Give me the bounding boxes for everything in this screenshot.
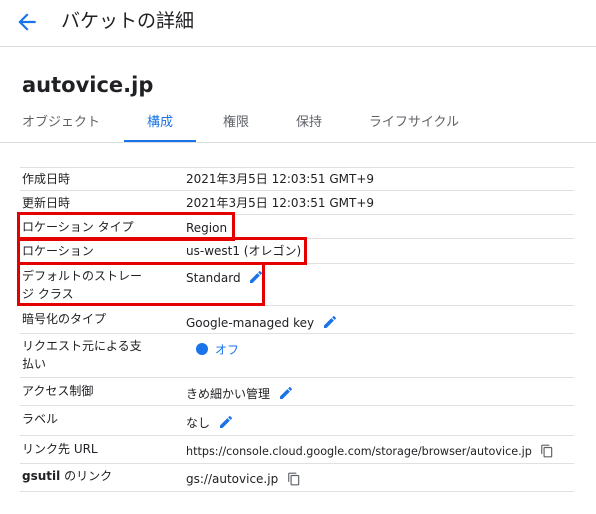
row-label: gsutil のリンク <box>22 467 162 485</box>
toggle-label: オフ <box>215 343 240 357</box>
row-label: リンク先 URL <box>22 442 98 456</box>
row-value-wrap: https://console.cloud.google.com/storage… <box>186 443 554 461</box>
copy-icon[interactable] <box>540 444 554 458</box>
tab-objects[interactable]: オブジェクト <box>22 104 100 142</box>
top-bar: バケットの詳細 <box>0 0 596 47</box>
row-label-rest: のリンク <box>60 469 113 483</box>
pencil-icon[interactable] <box>218 414 234 430</box>
row-label: ラベル <box>22 412 59 426</box>
row-updated: 更新日時 2021年3月5日 12:03:51 GMT+9 <box>20 191 574 215</box>
row-value: 2021年3月5日 12:03:51 GMT+9 <box>186 196 375 210</box>
row-link-url: リンク先 URL https://console.cloud.google.co… <box>20 436 574 464</box>
row-encryption: 暗号化のタイプ Google-managed key <box>20 306 574 334</box>
row-value-wrap: Standard <box>186 269 264 287</box>
row-label-line: リクエスト元による支 <box>22 339 142 353</box>
row-label: 暗号化のタイプ <box>22 312 107 326</box>
row-label: デフォルトのストレー ジ クラス <box>22 267 162 303</box>
row-value-wrap: Google-managed key <box>186 314 338 332</box>
tab-divider <box>0 142 596 143</box>
row-label: 更新日時 <box>22 196 71 210</box>
tab-retention[interactable]: 保持 <box>291 104 327 142</box>
row-label: ロケーション タイプ <box>22 220 134 234</box>
row-created: 作成日時 2021年3月5日 12:03:51 GMT+9 <box>20 167 574 191</box>
row-label: ロケーション <box>22 244 94 258</box>
gsutil-value: gs://autovice.jp <box>186 472 279 486</box>
bucket-name: autovice.jp <box>22 73 154 97</box>
page-title: バケットの詳細 <box>61 10 195 32</box>
row-value-wrap: なし <box>186 414 234 432</box>
tab-permissions[interactable]: 権限 <box>218 104 254 142</box>
pencil-icon[interactable] <box>278 385 294 401</box>
row-storage-class: デフォルトのストレー ジ クラス Standard <box>20 264 574 306</box>
row-label: リクエスト元による支 払い <box>22 337 162 373</box>
arrow-back-icon[interactable] <box>14 9 40 35</box>
row-requester-pays: リクエスト元による支 払い オフ <box>20 334 574 378</box>
row-label-line: デフォルトのストレー <box>22 269 143 283</box>
row-value-wrap: gs://autovice.jp <box>186 470 301 488</box>
row-value: us-west1 (オレゴン) <box>186 244 302 258</box>
row-location: ロケーション us-west1 (オレゴン) <box>20 239 574 264</box>
tab-configuration[interactable]: 構成 <box>124 104 196 142</box>
pencil-icon[interactable] <box>248 269 264 285</box>
row-label: アクセス制御 <box>22 384 94 398</box>
row-label-line: 払い <box>22 357 47 371</box>
tab-bar: オブジェクト 構成 権限 保持 ライフサイクル <box>0 104 596 142</box>
row-value: なし <box>186 416 211 430</box>
row-label-line: ジ クラス <box>22 287 74 301</box>
tab-lifecycle[interactable]: ライフサイクル <box>368 104 460 142</box>
row-gsutil: gsutil のリンク gs://autovice.jp <box>20 464 574 492</box>
row-location-type: ロケーション タイプ Region <box>20 215 574 239</box>
row-value-wrap: きめ細かい管理 <box>186 385 294 403</box>
row-label-bold: gsutil <box>22 469 61 483</box>
row-access-control: アクセス制御 きめ細かい管理 <box>20 378 574 406</box>
row-value: Google-managed key <box>186 316 315 330</box>
row-label: 作成日時 <box>22 172 71 186</box>
row-value: Standard <box>186 271 241 285</box>
row-value: Region <box>186 221 228 235</box>
copy-icon[interactable] <box>287 472 301 486</box>
row-labels: ラベル なし <box>20 406 574 436</box>
row-value: きめ細かい管理 <box>186 387 271 401</box>
toggle-dot-icon <box>196 343 208 355</box>
link-url-value[interactable]: https://console.cloud.google.com/storage… <box>186 445 532 458</box>
row-value: 2021年3月5日 12:03:51 GMT+9 <box>186 172 375 186</box>
requester-pays-toggle[interactable]: オフ <box>196 341 239 359</box>
pencil-icon[interactable] <box>322 314 338 330</box>
